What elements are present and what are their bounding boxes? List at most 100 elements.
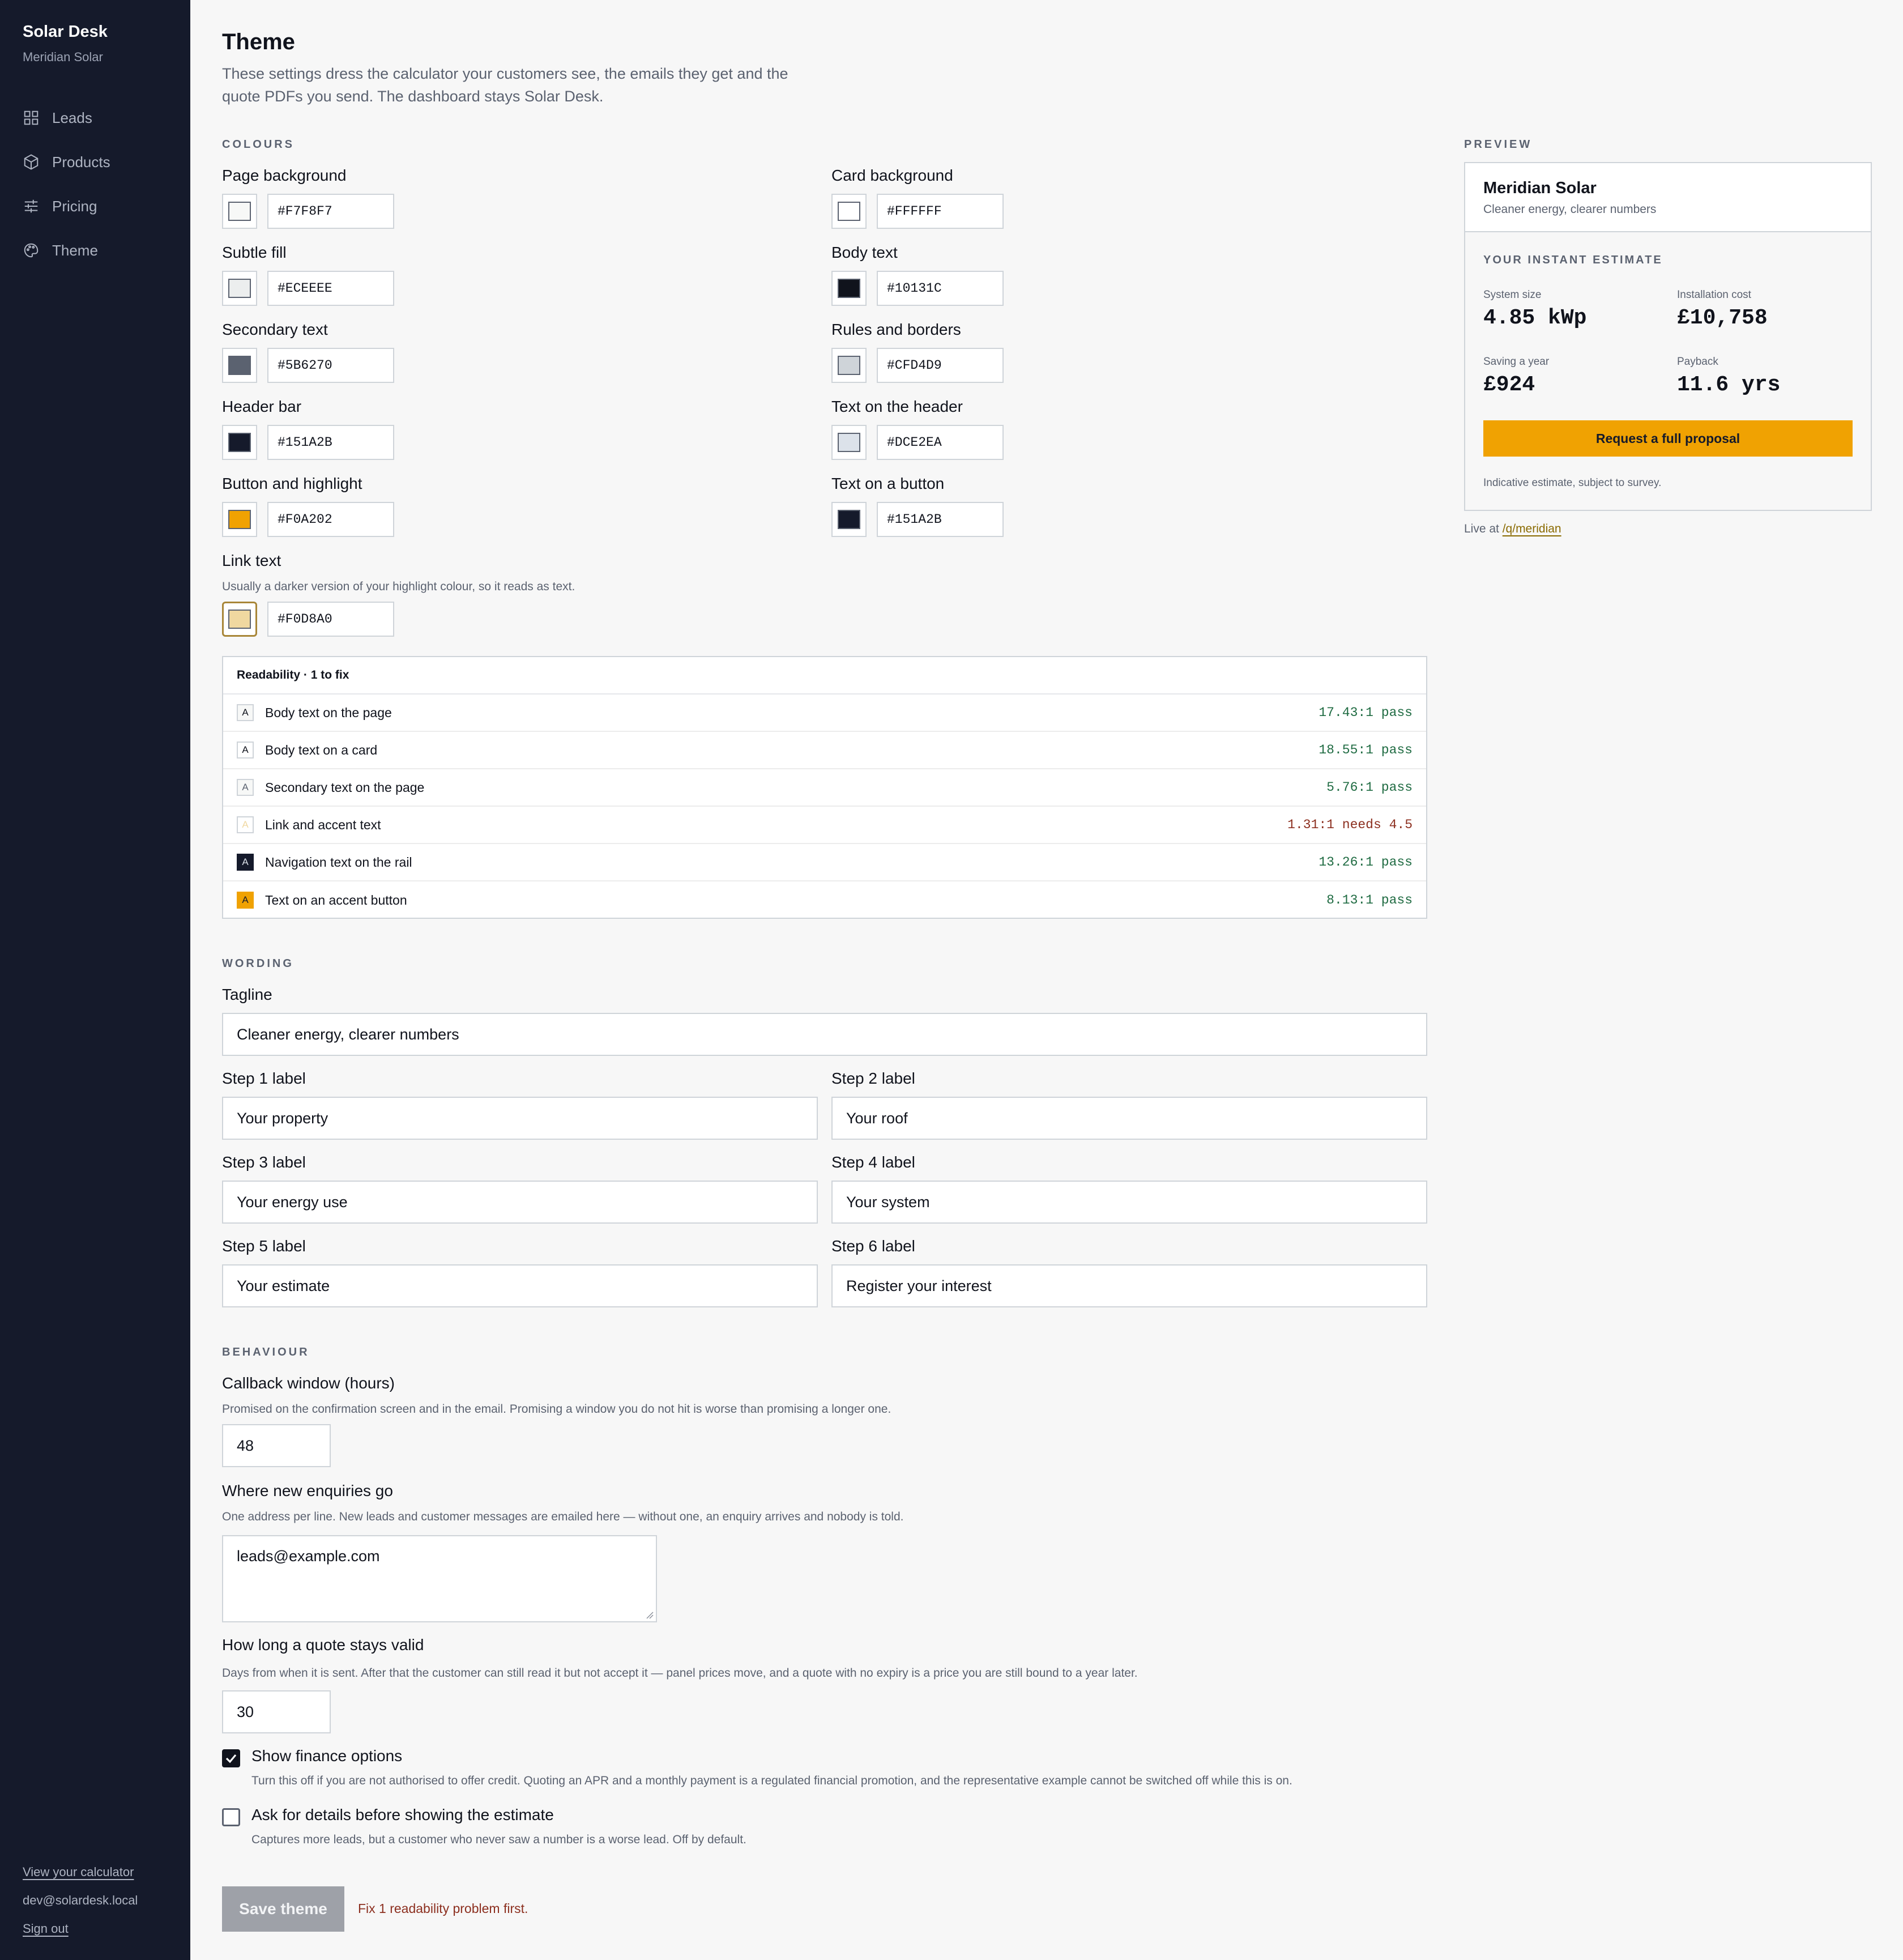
contrast-ratio: 17.43:1 pass xyxy=(1319,705,1413,720)
contrast-tile: A xyxy=(237,742,254,759)
contrast-ratio: 5.76:1 pass xyxy=(1326,780,1413,795)
sidebar-item-products[interactable]: Products xyxy=(23,148,110,176)
enquiries-label: Where new enquiries go xyxy=(222,1482,393,1499)
live-url: Live at /q/meridian xyxy=(1464,522,1561,536)
contrast-ratio: 13.26:1 pass xyxy=(1319,855,1413,870)
hex-input[interactable]: #FFFFFF xyxy=(877,194,1004,229)
readability-label: Secondary text on the page xyxy=(265,779,425,795)
colour-label: Button and highlight xyxy=(222,475,362,492)
callback-help: Promised on the confirmation screen and … xyxy=(222,1403,891,1416)
save-theme-button[interactable]: Save theme xyxy=(222,1886,344,1932)
step-label: Step 1 label xyxy=(222,1070,306,1087)
hex-input[interactable]: #5B6270 xyxy=(267,348,394,383)
readability-label: Link and accent text xyxy=(265,817,381,832)
step-input[interactable]: Your estimate xyxy=(222,1264,818,1307)
callback-label: Callback window (hours) xyxy=(222,1374,395,1392)
hex-input[interactable]: #CFD4D9 xyxy=(877,348,1004,383)
step-label: Step 2 label xyxy=(831,1070,915,1087)
validity-label: How long a quote stays valid xyxy=(222,1636,424,1654)
hex-input[interactable]: #151A2B xyxy=(877,502,1004,537)
preview-estimate-label: YOUR INSTANT ESTIMATE xyxy=(1483,254,1663,266)
readability-label: Navigation text on the rail xyxy=(265,854,412,870)
sidebar-item-pricing[interactable]: Pricing xyxy=(23,193,97,220)
contrast-ratio: 18.55:1 pass xyxy=(1319,743,1413,757)
readability-row: A Secondary text on the page 5.76:1 pass xyxy=(223,769,1426,807)
readability-label: Body text on the page xyxy=(265,705,392,720)
colour-chip xyxy=(838,433,860,452)
ask-details-label: Ask for details before showing the estim… xyxy=(251,1806,554,1823)
sidebar-item-label: Leads xyxy=(52,109,92,126)
view-calculator-link[interactable]: View your calculator xyxy=(23,1865,134,1880)
step-input[interactable]: Your energy use xyxy=(222,1181,818,1224)
enquiries-textarea[interactable]: leads@example.com xyxy=(222,1535,657,1622)
sidebar-item-label: Products xyxy=(52,153,110,171)
palette-icon xyxy=(24,243,39,258)
colour-swatch[interactable] xyxy=(831,425,867,460)
readability-title: Readability · 1 to fix xyxy=(223,657,1426,694)
hex-input[interactable]: #DCE2EA xyxy=(877,425,1004,460)
colour-label: Header bar xyxy=(222,398,302,415)
sign-out-link[interactable]: Sign out xyxy=(23,1921,69,1936)
sidebar-item-theme[interactable]: Theme xyxy=(23,237,98,264)
hex-input[interactable]: #ECEEEE xyxy=(267,271,394,306)
colour-chip xyxy=(228,356,251,375)
link-hex-input[interactable]: #F0D8A0 xyxy=(267,602,394,637)
sidebar-item-label: Theme xyxy=(52,241,98,259)
colour-swatch[interactable] xyxy=(831,348,867,383)
colour-swatch[interactable] xyxy=(222,502,257,537)
behaviour-section-label: BEHAVIOUR xyxy=(222,1346,310,1358)
readability-row: A Link and accent text 1.31:1 needs 4.5 xyxy=(223,807,1426,844)
readability-row: A Navigation text on the rail 13.26:1 pa… xyxy=(223,844,1426,881)
ask-details-help: Captures more leads, but a customer who … xyxy=(251,1833,746,1846)
hex-input[interactable]: #10131C xyxy=(877,271,1004,306)
preview-company-name: Meridian Solar xyxy=(1483,179,1597,197)
sidebar-item-label: Pricing xyxy=(52,197,97,215)
colour-swatch[interactable] xyxy=(222,194,257,229)
tagline-input[interactable]: Cleaner energy, clearer numbers xyxy=(222,1013,1427,1056)
page-intro: These settings dress the calculator your… xyxy=(222,65,788,105)
validity-days-input[interactable]: 30 xyxy=(222,1690,331,1733)
hex-input[interactable]: #F0A202 xyxy=(267,502,394,537)
hex-input[interactable]: #151A2B xyxy=(267,425,394,460)
colour-chip xyxy=(228,279,251,298)
step-input[interactable]: Your system xyxy=(831,1181,1427,1224)
ask-details-checkbox[interactable] xyxy=(222,1808,240,1826)
colour-swatch[interactable] xyxy=(831,502,867,537)
step-input[interactable]: Your roof xyxy=(831,1097,1427,1140)
colour-swatch[interactable] xyxy=(222,348,257,383)
enquiries-value: leads@example.com xyxy=(237,1548,380,1565)
brand-name: Solar Desk xyxy=(23,23,108,41)
grid-icon xyxy=(24,110,39,125)
step-input[interactable]: Register your interest xyxy=(831,1264,1427,1307)
sidebar-item-leads[interactable]: Leads xyxy=(23,104,92,131)
colour-label: Secondary text xyxy=(222,321,328,338)
link-colour-swatch[interactable] xyxy=(222,602,257,637)
colour-swatch[interactable] xyxy=(831,271,867,306)
live-link[interactable]: /q/meridian xyxy=(1503,522,1561,535)
colour-swatch[interactable] xyxy=(831,194,867,229)
hex-input[interactable]: #F7F8F7 xyxy=(267,194,394,229)
colour-label: Page background xyxy=(222,167,347,184)
colour-chip xyxy=(838,510,860,529)
readability-row: A Body text on a card 18.55:1 pass xyxy=(223,732,1426,769)
colour-swatch[interactable] xyxy=(222,425,257,460)
preview-stat-value: £924 xyxy=(1483,373,1535,397)
brand-org: Meridian Solar xyxy=(23,50,103,64)
contrast-tile: A xyxy=(237,816,254,833)
link-colour-help: Usually a darker version of your highlig… xyxy=(222,580,575,593)
finance-checkbox[interactable] xyxy=(222,1749,240,1767)
step-input[interactable]: Your property xyxy=(222,1097,818,1140)
callback-hours-input[interactable]: 48 xyxy=(222,1424,331,1467)
page-title: Theme xyxy=(222,29,295,54)
preview-proposal-button[interactable]: Request a full proposal xyxy=(1483,420,1853,457)
finance-help: Turn this off if you are not authorised … xyxy=(251,1774,1292,1787)
colour-chip xyxy=(838,202,860,221)
finance-label: Show finance options xyxy=(251,1747,403,1765)
colour-label: Body text xyxy=(831,244,898,261)
preview-note: Indicative estimate, subject to survey. xyxy=(1483,477,1662,489)
preview-stat-value: 4.85 kWp xyxy=(1483,306,1587,330)
contrast-ratio: 1.31:1 needs 4.5 xyxy=(1287,817,1413,832)
colour-swatch[interactable] xyxy=(222,271,257,306)
resize-grip-icon[interactable] xyxy=(645,1610,654,1619)
preview-stat-label: Saving a year xyxy=(1483,356,1550,368)
